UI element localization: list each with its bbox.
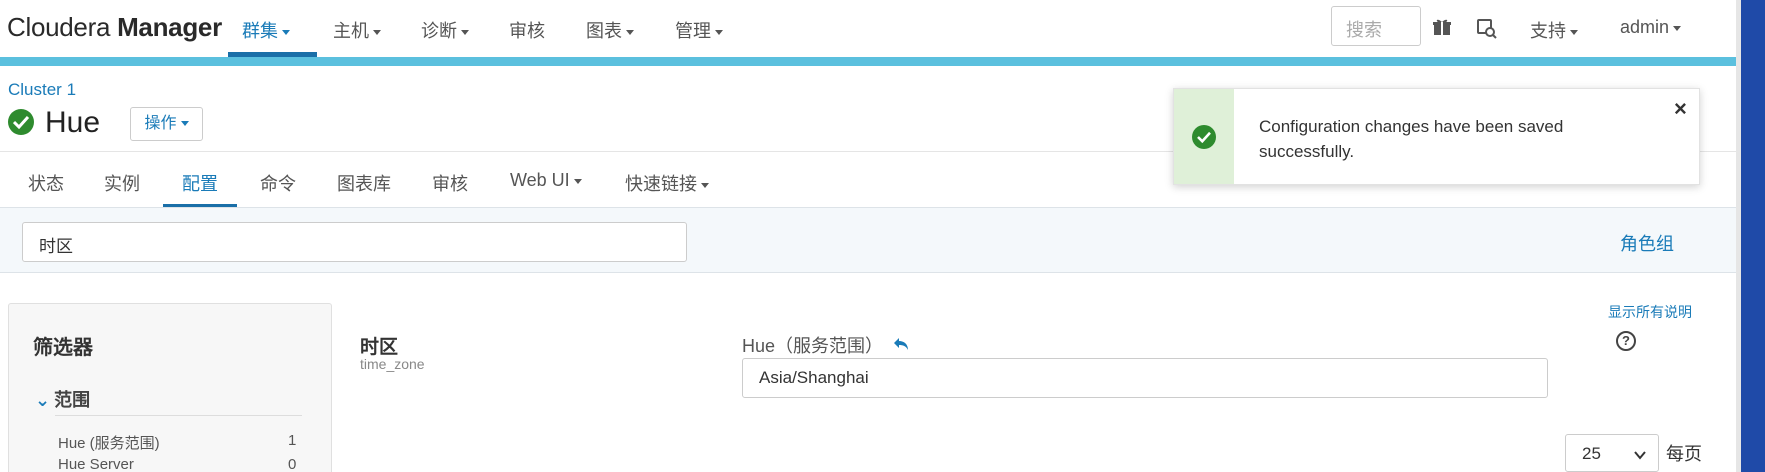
chevron-down-icon [573,178,582,184]
chevron-down-icon [715,29,723,35]
nav-audit-label: 审核 [509,21,545,41]
help-icon[interactable]: ? [1616,331,1636,351]
config-search-input[interactable]: 时区 [22,222,687,262]
tab-audit-label: 审核 [432,174,468,194]
filter-count: 0 [288,456,297,472]
per-page-select[interactable]: 25 [1565,434,1659,472]
toast-message: Configuration changes have been saved su… [1259,117,1564,161]
top-navbar: Cloudera Manager 群集 主机 诊断 审核 图表 管理 搜索 支持… [0,0,1736,56]
chevron-down-icon [1634,445,1646,465]
nav-hosts[interactable]: 主机 [333,17,381,43]
scope-filter-toggle[interactable]: ⌄ 范围 [35,386,90,412]
chevron-down-icon [626,29,634,35]
filters-title: 筛选器 [33,337,93,359]
tab-quick-links[interactable]: 快速链接 [625,170,709,196]
nav-clusters-label: 群集 [242,21,278,41]
scope-filter-label: 范围 [54,390,91,410]
tab-commands[interactable]: 命令 [260,170,296,196]
status-good-icon [8,109,34,135]
tab-web-ui-label: Web UI [510,170,570,190]
show-all-descriptions-link[interactable]: 显示所有说明 [1608,302,1692,322]
nav-diagnostics-label: 诊断 [421,21,457,41]
filter-count: 1 [288,432,297,449]
time-zone-input[interactable]: Asia/Shanghai [742,358,1548,398]
filter-item-hue-service[interactable]: Hue (服务范围) [58,432,160,453]
tab-audit[interactable]: 审核 [432,170,468,196]
nav-admin[interactable]: 管理 [675,17,723,43]
nav-audit[interactable]: 审核 [509,17,545,43]
property-name: 时区 [360,337,399,358]
brand-logo[interactable]: Cloudera Manager [7,12,222,43]
header-band [0,57,1736,66]
brand-part2: Manager [117,12,222,42]
chevron-down-icon [1673,25,1682,31]
actions-label: 操作 [144,115,177,132]
success-toast: Configuration changes have been saved su… [1173,88,1700,185]
config-search-value: 时区 [39,237,73,256]
tab-instances-label: 实例 [104,174,140,194]
property-key: time_zone [360,356,425,372]
tab-chart-library[interactable]: 图表库 [337,170,391,196]
role-groups-link[interactable]: 角色组 [1620,230,1674,256]
parcel-icon[interactable] [1475,17,1497,39]
search-placeholder: 搜索 [1346,20,1382,40]
nav-clusters[interactable]: 群集 [242,17,290,43]
chevron-down-icon [701,182,709,188]
service-title: Hue [45,106,101,139]
check-circle-icon [1192,125,1216,149]
chevron-down-icon [282,29,290,35]
chevron-down-icon [373,29,381,35]
close-icon[interactable]: × [1674,96,1687,122]
chevron-down-icon [461,29,469,35]
nav-charts-label: 图表 [586,21,622,41]
tab-configuration[interactable]: 配置 [182,170,218,196]
nav-support[interactable]: 支持 [1530,17,1578,43]
nav-support-label: 支持 [1530,21,1566,41]
nav-user-label: admin [1620,17,1670,37]
nav-diagnostics[interactable]: 诊断 [421,17,469,43]
breadcrumb-cluster-link[interactable]: Cluster 1 [8,80,76,100]
tab-commands-label: 命令 [260,174,296,194]
tab-quick-links-label: 快速链接 [625,174,697,194]
tab-web-ui[interactable]: Web UI [510,170,582,191]
chevron-down-icon [180,121,189,127]
nav-admin-label: 管理 [675,21,711,41]
tab-status[interactable]: 状态 [28,170,64,196]
actions-button[interactable]: 操作 [130,107,203,141]
time-zone-value: Asia/Shanghai [759,368,869,387]
per-page-value: 25 [1582,444,1601,463]
per-page-label: 每页 [1666,444,1702,464]
property-scope-label: Hue（服务范围） [742,336,884,356]
global-search-input[interactable]: 搜索 [1331,6,1421,46]
nav-user[interactable]: admin [1620,17,1682,38]
brand-part1: Cloudera [7,12,111,42]
divider [55,415,302,416]
tab-chart-library-label: 图表库 [337,174,391,194]
tab-configuration-label: 配置 [182,174,218,194]
browser-edge [1741,0,1765,472]
tab-status-label: 状态 [28,174,64,194]
filter-item-hue-server[interactable]: Hue Server [58,456,134,472]
undo-icon[interactable] [893,336,911,352]
chevron-down-icon: ⌄ [35,390,51,410]
nav-charts[interactable]: 图表 [586,17,634,43]
nav-hosts-label: 主机 [333,21,369,41]
gift-icon[interactable] [1432,17,1454,39]
chevron-down-icon [1570,29,1578,35]
tab-instances[interactable]: 实例 [104,170,140,196]
